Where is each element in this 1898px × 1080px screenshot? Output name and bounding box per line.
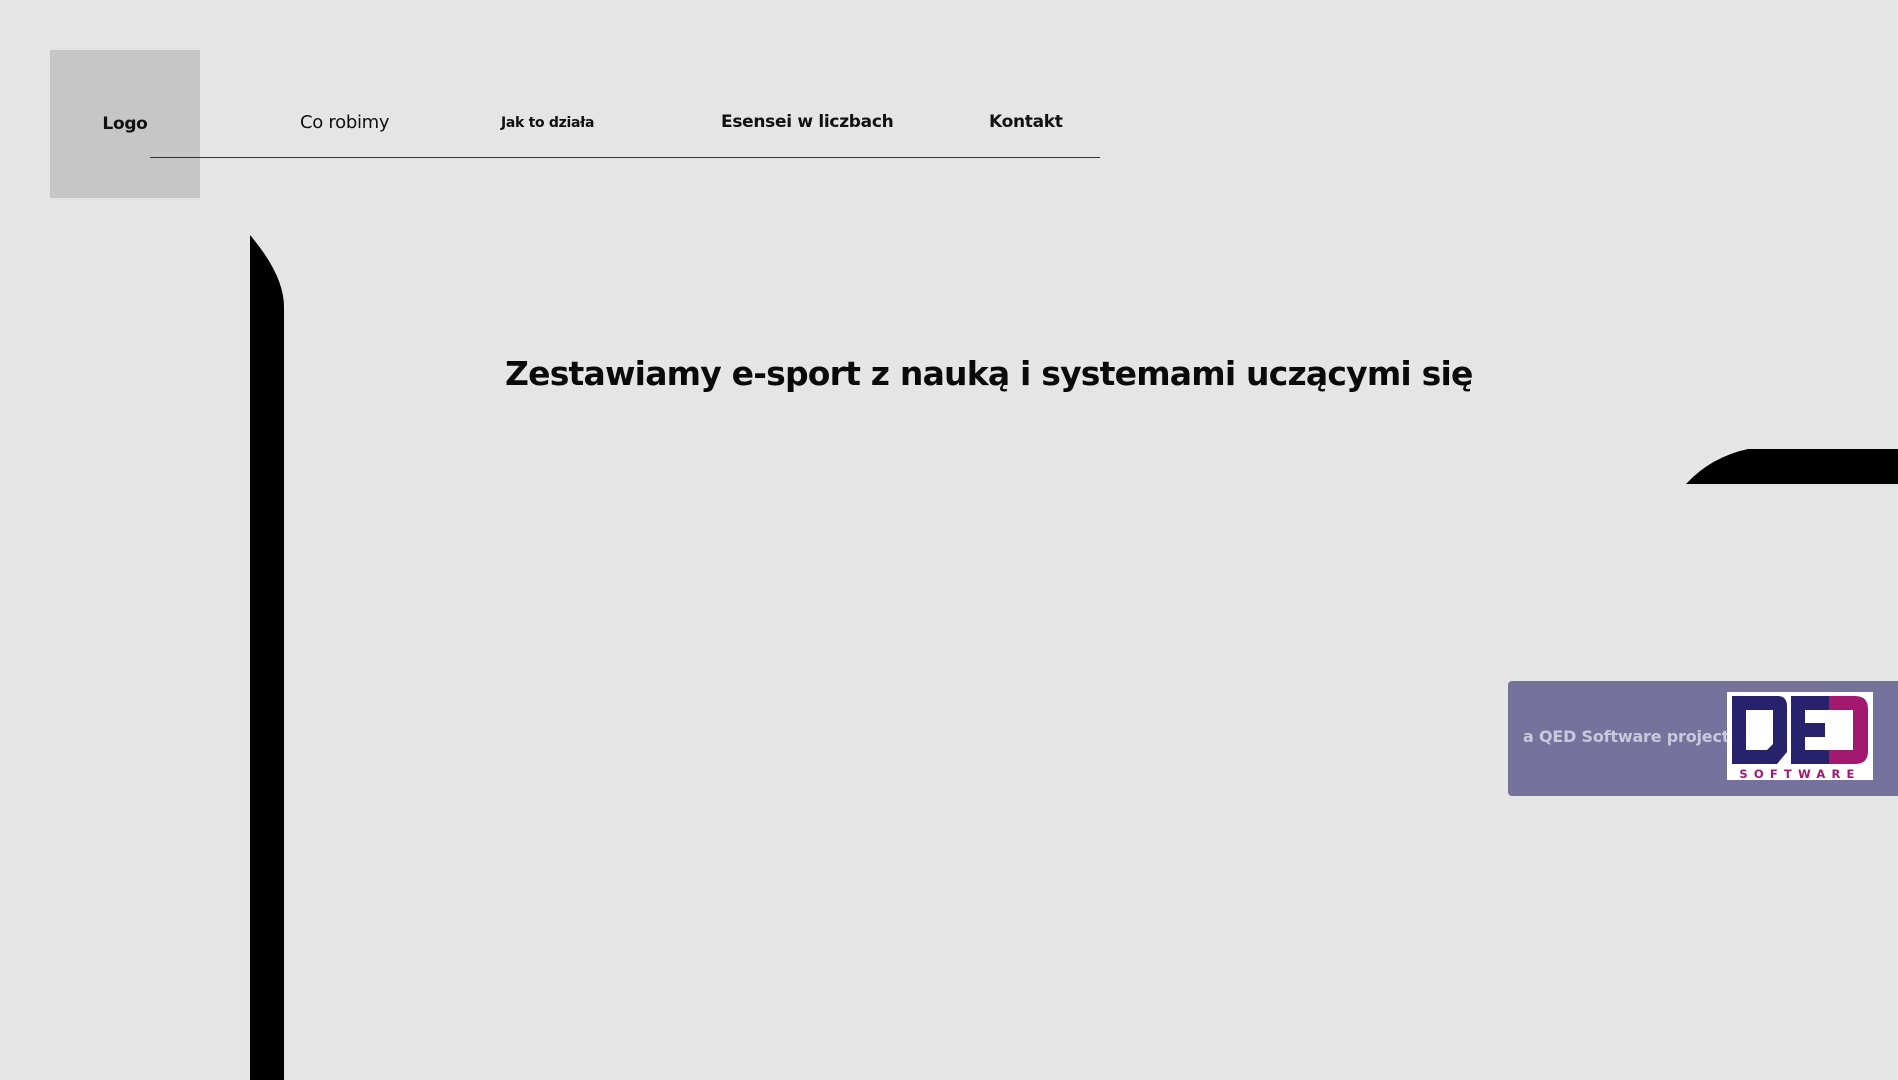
- decorative-left-bar: [250, 235, 284, 1080]
- qed-logo-mark: SOFTWARE: [1732, 696, 1868, 781]
- nav-link-esensei-w-liczbach[interactable]: Esensei w liczbach: [721, 112, 894, 132]
- qed-logo-subtitle: SOFTWARE: [1739, 767, 1860, 780]
- hero-title: Zestawiamy e-sport z nauką i systemami u…: [505, 354, 1473, 393]
- decorative-right-bar: [1686, 449, 1898, 484]
- qed-banner-text: a QED Software project.: [1523, 727, 1736, 746]
- logo[interactable]: Logo: [50, 50, 200, 198]
- page: Logo Co robimy Jak to działa Esensei w l…: [0, 0, 1898, 1080]
- logo-label: Logo: [102, 114, 148, 134]
- qed-software-banner[interactable]: a QED Software project. SOFTWARE: [1508, 681, 1898, 796]
- nav-link-kontakt[interactable]: Kontakt: [989, 112, 1063, 132]
- nav-link-co-robimy[interactable]: Co robimy: [300, 112, 390, 133]
- nav-link-jak-to-dziala[interactable]: Jak to działa: [501, 115, 594, 131]
- nav-underline: [150, 157, 1100, 158]
- qed-software-logo[interactable]: SOFTWARE: [1727, 692, 1873, 781]
